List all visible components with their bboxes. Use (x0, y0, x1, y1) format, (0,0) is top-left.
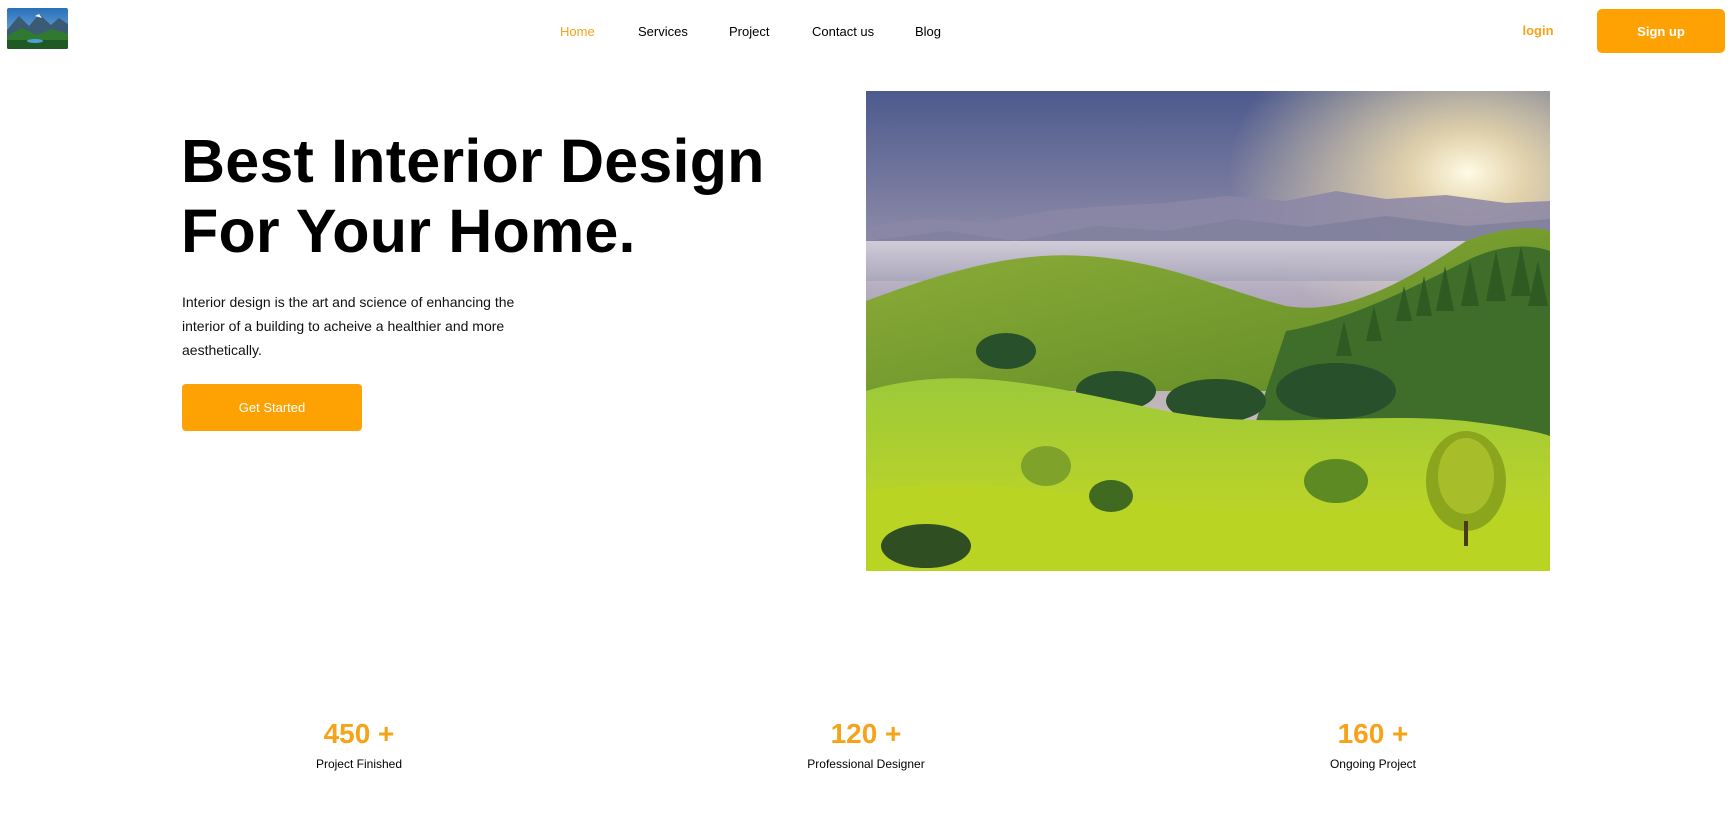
hero-description: Interior design is the art and science o… (182, 294, 515, 358)
stat-value: 120 + (830, 718, 902, 749)
stat-projects-finished: 450 + Project Finished (229, 716, 489, 772)
stat-value: 160 + (1337, 718, 1409, 749)
stat-label: Professional Designer (807, 757, 925, 771)
nav-services[interactable]: Services (638, 24, 688, 39)
stat-professional-designers: 120 + Professional Designer (736, 716, 996, 772)
hero-title-line-2: For Your Home. (181, 197, 636, 265)
mountain-landscape-photo-icon (866, 91, 1550, 571)
main-nav: Home Services Project Contact us Blog (0, 24, 1732, 44)
signup-button[interactable]: Sign up (1597, 9, 1725, 53)
stat-ongoing-projects: 160 + Ongoing Project (1243, 716, 1503, 772)
login-link[interactable]: login (1510, 23, 1566, 38)
hero-image (866, 91, 1550, 571)
stat-label: Ongoing Project (1329, 757, 1417, 771)
stat-value: 450 + (323, 718, 395, 749)
nav-blog[interactable]: Blog (915, 24, 941, 39)
hero-title: Best Interior Design For Your Home. (181, 126, 765, 266)
hero-title-line-1: Best Interior Design (181, 127, 765, 195)
nav-home[interactable]: Home (560, 24, 595, 39)
nav-contact-us[interactable]: Contact us (812, 24, 874, 39)
get-started-button[interactable]: Get Started (182, 384, 362, 431)
nav-project[interactable]: Project (729, 24, 769, 39)
stat-label: Project Finished (315, 757, 403, 771)
